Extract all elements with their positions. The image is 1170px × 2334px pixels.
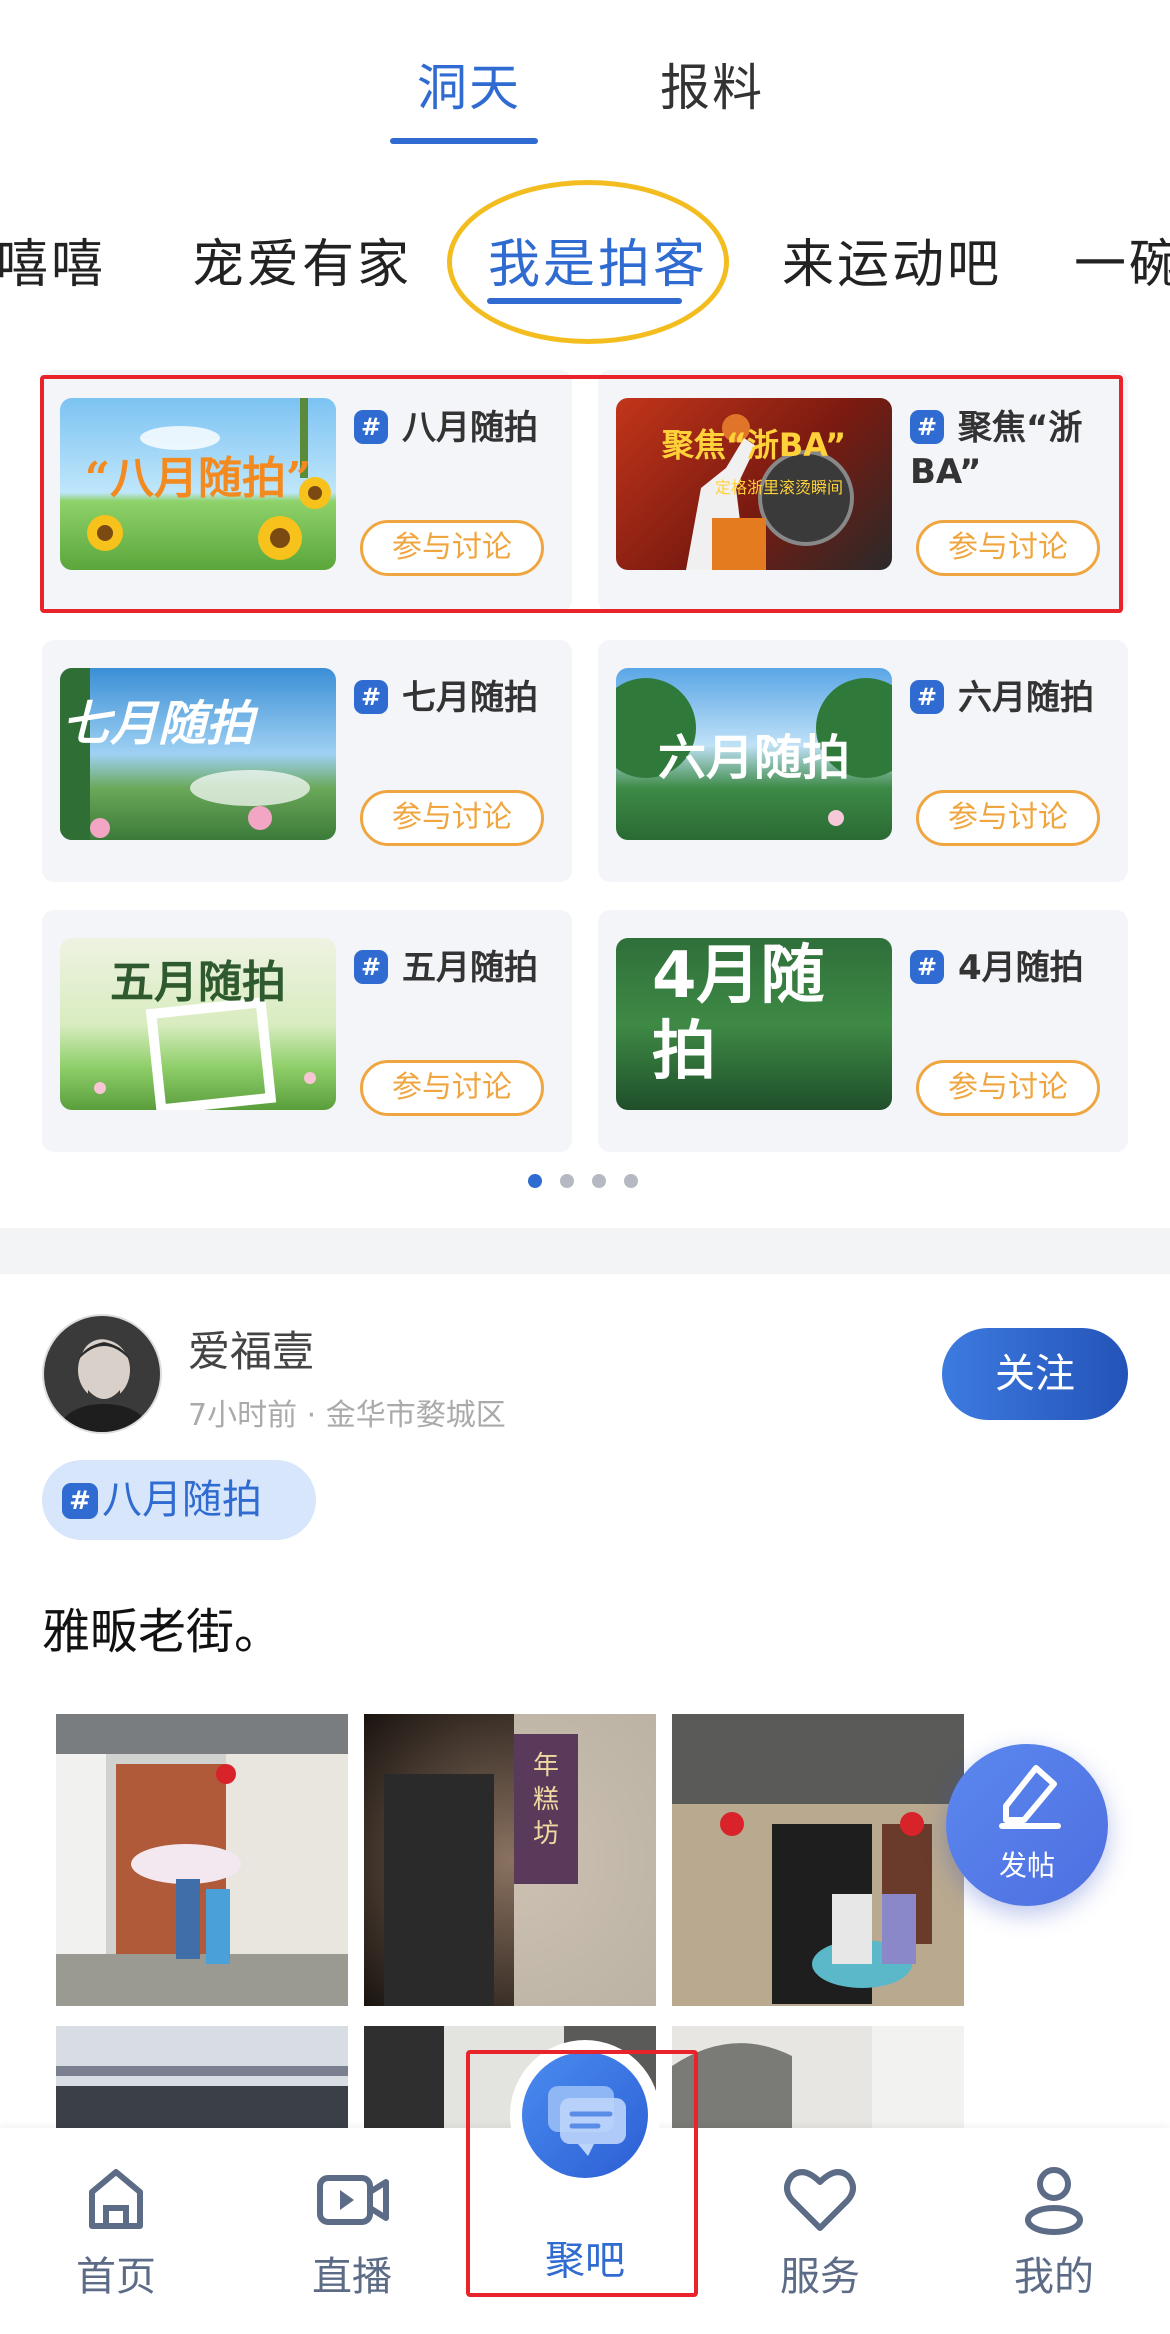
alley-umbrella-photo: [56, 1714, 348, 2006]
thumbnail-title: 六月随拍: [657, 730, 850, 786]
section-separator: [0, 1228, 1170, 1274]
page-dot[interactable]: [624, 1174, 638, 1188]
category-tab-photographer[interactable]: 我是拍客: [488, 222, 708, 297]
hashtag-icon: #: [910, 680, 944, 714]
shop-entrance-photo: 年糕坊: [364, 1714, 656, 2006]
post-photo[interactable]: 年糕坊: [364, 1714, 656, 2006]
topic-title: 4月随拍: [958, 948, 1084, 988]
post-photo[interactable]: [56, 1714, 348, 2006]
join-discussion-button[interactable]: 参与讨论: [360, 1060, 544, 1116]
hashtag-icon: #: [354, 950, 388, 984]
topic-title: 五月随拍: [402, 948, 538, 988]
post-photo[interactable]: [672, 1714, 964, 2006]
thumbnail-title: 聚焦“浙BA”: [661, 426, 847, 464]
nav-item-live[interactable]: 直播: [272, 2158, 432, 2302]
tab-dongtian[interactable]: 洞天: [417, 48, 521, 120]
old-shop-scooter-photo: [672, 1714, 964, 2006]
thumbnail-title: 七月随拍: [61, 696, 254, 752]
author-name[interactable]: 爱福壹: [188, 1318, 314, 1379]
edit-icon: [999, 1765, 1061, 1829]
join-discussion-button[interactable]: 参与讨论: [916, 1060, 1100, 1116]
active-tab-indicator: [390, 138, 538, 144]
topic-thumbnail: 聚焦“浙BA” 定格浙里滚烫瞬间: [616, 398, 892, 570]
topic-title: 七月随拍: [402, 678, 538, 718]
page-dot[interactable]: [528, 1174, 542, 1188]
topic-card-april[interactable]: 4月随拍 # 4月随拍 参与讨论: [598, 910, 1128, 1152]
video-icon: [317, 2175, 389, 2225]
topic-card-zheba[interactable]: 聚焦“浙BA” 定格浙里滚烫瞬间 # 聚焦“浙BA” 参与讨论: [598, 370, 1128, 612]
topic-card-may[interactable]: 五月随拍 # 五月随拍 参与讨论: [42, 910, 572, 1152]
topic-card-june[interactable]: 六月随拍 # 六月随拍 参与讨论: [598, 640, 1128, 882]
nav-label: 直播: [312, 2254, 392, 2300]
thumbnail-title: 五月随拍: [110, 957, 286, 1008]
nav-label: 服务: [780, 2254, 860, 2300]
page-dot[interactable]: [560, 1174, 574, 1188]
page-dot[interactable]: [592, 1174, 606, 1188]
post-meta: 7小时前 · 金华市婺城区: [188, 1398, 506, 1433]
join-discussion-button[interactable]: 参与讨论: [916, 520, 1100, 576]
avatar[interactable]: [42, 1314, 162, 1434]
post-card: 爱福壹 7小时前 · 金华市婺城区 关注 # 八月随拍 雅畈老街。 年糕坊: [0, 1274, 1170, 2144]
category-tab-bar[interactable]: 嘻嘻 宠爱有家 我是拍客 来运动吧 一碗: [0, 180, 1170, 350]
topic-thumbnail: 4月随拍: [616, 938, 892, 1110]
nav-label: 首页: [76, 2254, 156, 2300]
topic-thumbnail: 五月随拍: [60, 938, 336, 1110]
topic-title: 聚焦“浙BA”: [910, 408, 1083, 492]
category-tab-xixi[interactable]: 嘻嘻: [0, 222, 106, 297]
nav-label: 我的: [1014, 2254, 1094, 2300]
follow-button[interactable]: 关注: [942, 1328, 1128, 1420]
join-discussion-button[interactable]: 参与讨论: [916, 790, 1100, 846]
hashtag-icon: #: [354, 680, 388, 714]
topic-thumbnail: “八月随拍”: [60, 398, 336, 570]
join-discussion-button[interactable]: 参与讨论: [360, 790, 544, 846]
topic-thumbnail: 六月随拍: [616, 668, 892, 840]
topic-card-july[interactable]: 七月随拍 # 七月随拍 参与讨论: [42, 640, 572, 882]
create-post-button[interactable]: 发帖: [946, 1744, 1108, 1906]
nav-item-mine[interactable]: 我的: [974, 2158, 1134, 2302]
nav-item-service[interactable]: 服务: [740, 2158, 900, 2302]
topic-title: 八月随拍: [402, 408, 538, 448]
heart-icon: [784, 2169, 856, 2231]
create-post-label: 发帖: [998, 1849, 1055, 1882]
chat-icon: [548, 2086, 626, 2156]
hashtag-icon: #: [910, 950, 944, 984]
top-tab-bar: 洞天 报料: [0, 0, 1170, 170]
bottom-nav: 首页 直播 聚吧 服务 我的: [0, 2040, 1170, 2334]
wall-photo: [672, 2026, 964, 2144]
user-icon: [1025, 2167, 1083, 2235]
rooftop-photo: [56, 2026, 348, 2144]
category-tab-pets[interactable]: 宠爱有家: [192, 222, 412, 297]
thumbnail-subtitle: 定格浙里滚烫瞬间: [714, 478, 843, 497]
category-active-indicator: [487, 298, 682, 304]
hashtag-icon: #: [62, 1483, 98, 1519]
tab-baoliao[interactable]: 报料: [660, 48, 764, 120]
post-text: 雅畈老街。: [42, 1604, 283, 1660]
page-indicator: [528, 1174, 648, 1190]
nav-item-jueba[interactable]: [522, 2052, 648, 2178]
home-icon: [89, 2169, 143, 2229]
hashtag-icon: #: [354, 410, 388, 444]
post-photo[interactable]: [672, 2026, 964, 2144]
category-tab-bowl[interactable]: 一碗: [1074, 222, 1170, 297]
topic-chip-label: 八月随拍: [102, 1477, 262, 1523]
category-tab-sports[interactable]: 来运动吧: [782, 222, 1002, 297]
thumbnail-title: 4月随拍: [652, 939, 825, 1089]
topic-thumbnail: 七月随拍: [60, 668, 336, 840]
topic-title: 六月随拍: [958, 678, 1094, 718]
shop-sign-text: 年糕坊: [533, 1751, 559, 1849]
nav-label-active[interactable]: 聚吧: [505, 2228, 665, 2286]
topic-chip[interactable]: # 八月随拍: [42, 1460, 316, 1540]
nav-item-home[interactable]: 首页: [36, 2158, 196, 2302]
topic-card-august[interactable]: “八月随拍” # 八月随拍 参与讨论: [42, 370, 572, 612]
join-discussion-button[interactable]: 参与讨论: [360, 520, 544, 576]
thumbnail-title: “八月随拍”: [84, 453, 312, 504]
post-photo[interactable]: [56, 2026, 348, 2144]
